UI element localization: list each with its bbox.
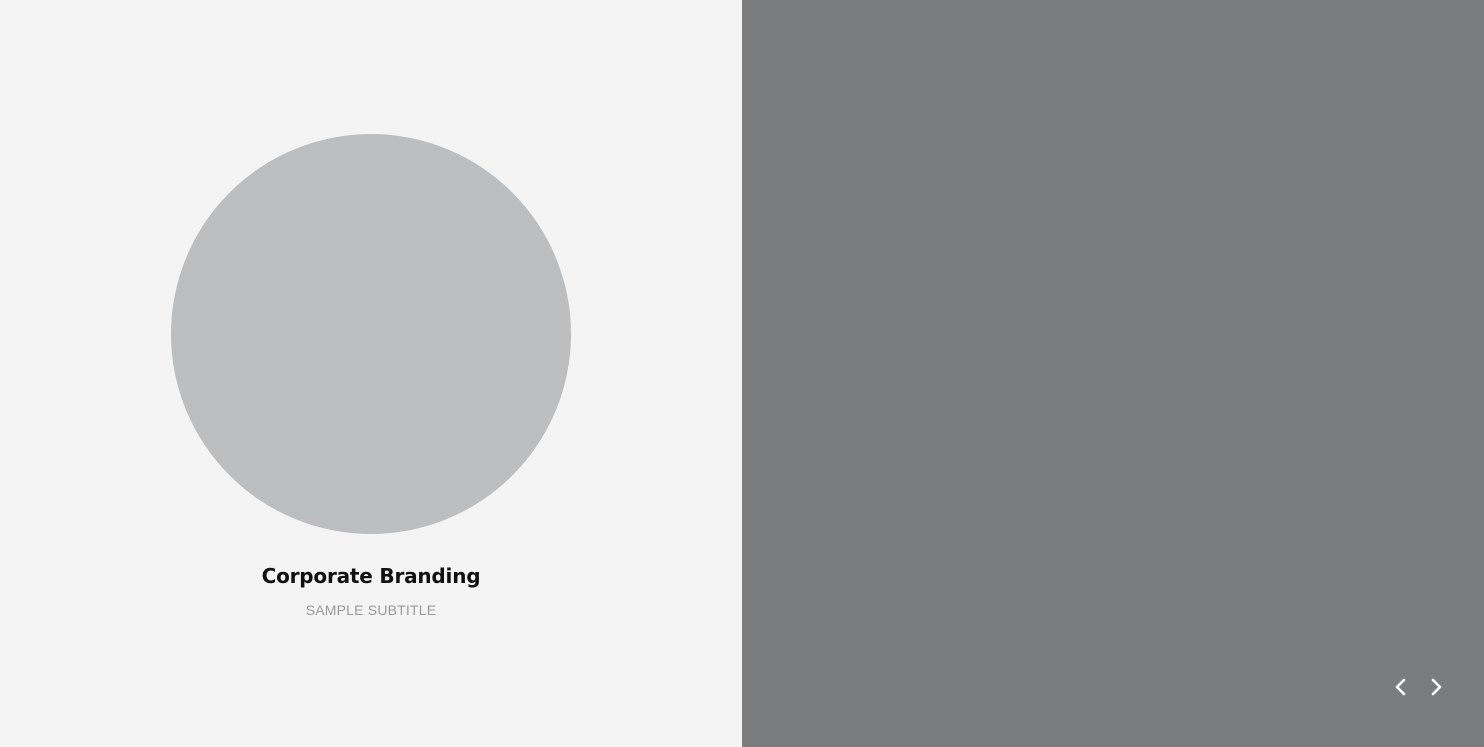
placeholder-image-circle [171, 134, 571, 534]
chevron-left-icon [1395, 678, 1406, 696]
previous-slide-button[interactable] [1389, 675, 1413, 699]
chevron-right-icon [1431, 678, 1442, 696]
portfolio-title: Corporate Branding [261, 564, 481, 588]
portfolio-subtitle: SAMPLE SUBTITLE [305, 602, 437, 618]
info-panel: Corporate Branding SAMPLE SUBTITLE [0, 0, 742, 747]
page: Corporate Branding SAMPLE SUBTITLE [0, 0, 1484, 747]
slide-image-panel [742, 0, 1484, 747]
next-slide-button[interactable] [1424, 675, 1448, 699]
